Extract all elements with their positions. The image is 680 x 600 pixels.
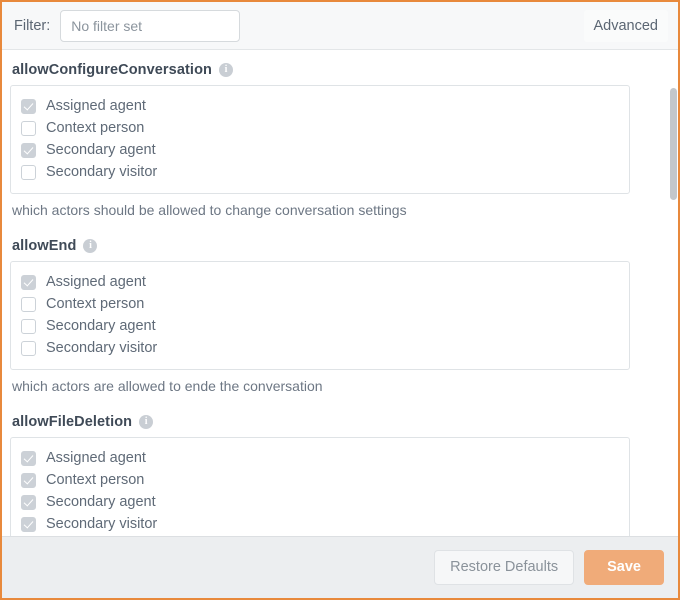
checkbox-unchecked-icon[interactable] xyxy=(21,120,36,136)
checkbox-label: Secondary agent xyxy=(46,494,156,510)
checkbox-group: Assigned agent Context person Secondary ag… xyxy=(10,261,630,370)
checkbox-row[interactable]: Secondary visitor xyxy=(21,161,619,183)
checkbox-label: Context person xyxy=(46,296,145,312)
setting-title-row: allowConfigureConversation i xyxy=(10,58,666,85)
setting-key-label: allowFileDeletion xyxy=(12,414,133,430)
setting-key-label: allowEnd xyxy=(12,238,77,254)
setting-key-label: allowConfigureConversation xyxy=(12,62,212,78)
settings-window: Filter: Advanced allowConfigureConversat… xyxy=(0,0,680,600)
checkbox-row[interactable]: Secondary visitor xyxy=(21,337,619,359)
checkbox-unchecked-icon[interactable] xyxy=(21,318,36,334)
checkbox-label: Assigned agent xyxy=(46,274,146,290)
settings-list: allowConfigureConversation i Assigned agen… xyxy=(2,50,678,536)
restore-defaults-button[interactable]: Restore Defaults xyxy=(434,549,575,586)
save-button[interactable]: Save xyxy=(584,549,664,586)
filter-input[interactable] xyxy=(60,9,241,42)
setting-description: which actors should be allowed to change… xyxy=(12,202,407,218)
checkbox-group: Assigned agent Context person Secondary ag… xyxy=(10,85,630,194)
checkbox-label: Assigned agent xyxy=(46,98,146,114)
checkbox-row[interactable]: Assigned agent xyxy=(21,95,619,117)
checkbox-checked-icon[interactable] xyxy=(21,472,36,488)
info-icon[interactable]: i xyxy=(139,415,154,429)
checkbox-row[interactable]: Secondary visitor xyxy=(21,513,619,535)
checkbox-unchecked-icon[interactable] xyxy=(21,164,36,180)
checkbox-label: Context person xyxy=(46,120,145,136)
filter-bar: Filter: Advanced xyxy=(2,2,678,50)
checkbox-row[interactable]: Secondary agent xyxy=(21,139,619,161)
settings-scroll-area[interactable]: allowConfigureConversation i Assigned agen… xyxy=(2,50,678,536)
checkbox-label: Secondary visitor xyxy=(46,340,158,356)
checkbox-unchecked-icon[interactable] xyxy=(21,340,36,356)
checkbox-checked-icon[interactable] xyxy=(21,98,36,114)
setting-title-row: allowEnd i xyxy=(10,234,666,261)
checkbox-row[interactable]: Secondary agent xyxy=(21,491,619,513)
checkbox-checked-icon[interactable] xyxy=(21,274,36,290)
checkbox-label: Assigned agent xyxy=(46,450,146,466)
checkbox-label: Context person xyxy=(46,472,145,488)
setting-block: allowEnd i Assigned agent Context person Sec… xyxy=(10,234,666,408)
vertical-scrollbar[interactable] xyxy=(668,50,678,536)
checkbox-label: Secondary visitor xyxy=(46,516,158,532)
info-icon[interactable]: i xyxy=(218,63,233,77)
checkbox-row[interactable]: Secondary agent xyxy=(21,315,619,337)
footer-action-bar: Restore Defaults Save xyxy=(2,536,678,598)
checkbox-row[interactable]: Context person xyxy=(21,117,619,139)
checkbox-checked-icon[interactable] xyxy=(21,450,36,466)
info-icon[interactable]: i xyxy=(83,239,98,253)
vertical-scrollbar-thumb[interactable] xyxy=(670,88,677,200)
setting-block: allowFileDeletion i Assigned agent Context … xyxy=(10,410,666,536)
setting-block: allowConfigureConversation i Assigned agen… xyxy=(10,58,666,232)
checkbox-checked-icon[interactable] xyxy=(21,494,36,510)
checkbox-row[interactable]: Assigned agent xyxy=(21,447,619,469)
checkbox-label: Secondary agent xyxy=(46,142,156,158)
checkbox-label: Secondary agent xyxy=(46,318,156,334)
checkbox-checked-icon[interactable] xyxy=(21,142,36,158)
checkbox-label: Secondary visitor xyxy=(46,164,158,180)
checkbox-row[interactable]: Context person xyxy=(21,469,619,491)
setting-description: which actors are allowed to ende the con… xyxy=(12,378,323,394)
filter-label: Filter: xyxy=(14,17,51,34)
checkbox-group: Assigned agent Context person Secondary ag… xyxy=(10,437,630,536)
setting-title-row: allowFileDeletion i xyxy=(10,410,666,437)
checkbox-checked-icon[interactable] xyxy=(21,516,36,532)
checkbox-row[interactable]: Assigned agent xyxy=(21,271,619,293)
advanced-button[interactable]: Advanced xyxy=(583,9,668,42)
checkbox-row[interactable]: Context person xyxy=(21,293,619,315)
checkbox-unchecked-icon[interactable] xyxy=(21,296,36,312)
